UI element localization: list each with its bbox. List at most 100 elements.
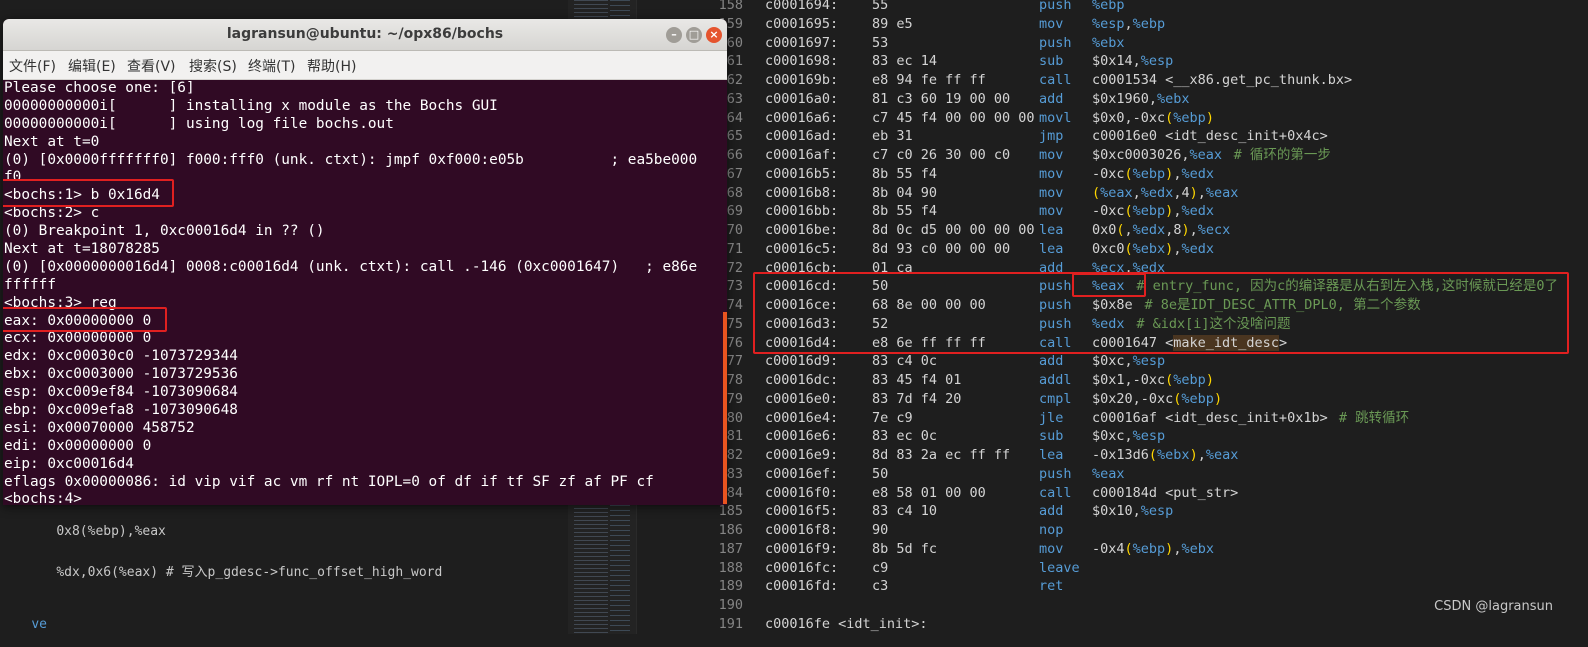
asm-opcode: call — [1039, 484, 1072, 501]
asm-address: c00016b5: — [765, 165, 839, 182]
asm-line: 178 c00016dc: 83 45 f4 01 addl $0x1,-0xc(%eb… — [637, 371, 1588, 390]
line-number: 190 — [718, 597, 743, 613]
asm-opcode: ret — [1039, 578, 1064, 595]
asm-comment: # 循环的第一步 — [1233, 147, 1331, 163]
minimize-button[interactable]: – — [666, 27, 682, 43]
line-number: 185 — [718, 503, 743, 520]
asm-line: 166 c00016af: c7 c0 26 30 00 c0 mov $0xc0003… — [637, 146, 1588, 165]
asm-line: 186 c00016f8: 90 nop — [637, 521, 1588, 540]
asm-bytes: e8 94 fe ff ff — [872, 72, 986, 88]
asm-bytes: 8b 55 f4 — [872, 203, 938, 220]
terminal-output[interactable]: Please choose one: [6] 00000000000i[ ] in… — [3, 80, 727, 505]
highlight-box-push-args — [753, 272, 1569, 354]
asm-address: c0001695: — [765, 15, 839, 32]
asm-line: 158 c0001694: 55 push %ebp — [637, 0, 1588, 15]
asm-operands: $0x0,-0xc(%ebp) — [1092, 109, 1214, 126]
asm-line: 179 c00016e0: 83 7d f4 20 cmpl $0x20,-0xc(%e… — [637, 390, 1588, 409]
menu-view[interactable]: 查看(V) — [127, 56, 176, 76]
asm-address: c00016f5: — [765, 503, 839, 520]
asm-line: 171 c00016c5: 8d 93 c0 00 00 00 lea 0xc0(%eb… — [637, 240, 1588, 259]
asm-opcode: push — [1039, 34, 1072, 51]
asm-address: c00016bb: — [765, 203, 839, 220]
asm-opcode: movl — [1039, 109, 1072, 126]
close-button[interactable]: × — [706, 27, 722, 43]
maximize-button[interactable]: □ — [686, 27, 702, 43]
asm-line: 181 c00016e6: 83 ec 0c sub $0xc,%esp — [637, 427, 1588, 446]
code-line: %dx,0x6(%eax) # 写入p_gdesc->func_offset_h… — [56, 565, 443, 580]
line-number: 188 — [718, 559, 743, 576]
asm-operands: -0x13d6(%ebx),%eax — [1092, 447, 1239, 463]
menu-edit[interactable]: 编辑(E) — [68, 56, 116, 76]
asm-opcode: call — [1039, 72, 1072, 88]
asm-opcode: leave — [1039, 559, 1080, 576]
terminal-line: (0) [0x0000000016d4] 0008:c00016d4 (unk.… — [4, 258, 698, 275]
line-number: 187 — [718, 540, 743, 557]
title-bar[interactable]: lagransun@ubuntu: ~/opx86/bochs – □ × — [3, 19, 727, 51]
scrollbar[interactable] — [723, 312, 727, 504]
asm-address: c00016fc: — [765, 559, 839, 576]
asm-opcode: mov — [1039, 184, 1064, 201]
asm-line: 168 c00016b8: 8b 04 90 mov (%eax,%edx,4),%ea… — [637, 184, 1588, 203]
asm-line: 187 c00016f9: 8b 5d fc mov -0x4(%ebp),%ebx — [637, 540, 1588, 559]
asm-bytes: 89 e5 — [872, 15, 913, 32]
asm-operands: $0x1960,%ebx — [1092, 90, 1190, 107]
window-title: lagransun@ubuntu: ~/opx86/bochs — [226, 26, 504, 42]
asm-opcode: add — [1039, 90, 1064, 107]
terminal-line: ffffff — [4, 276, 56, 293]
asm-operands: (%eax,%edx,4),%eax — [1092, 184, 1239, 201]
disassembly-editor: 158 c0001694: 55 push %ebp 159 c0001695: 89 e5 m… — [636, 0, 1588, 634]
asm-bytes: 8d 0c d5 00 00 00 00 — [872, 222, 1035, 238]
asm-line: 185 c00016f5: 83 c4 10 add $0x10,%esp — [637, 502, 1588, 521]
asm-line: 180 c00016e4: 7e c9 jle c00016af <idt_desc_i… — [637, 409, 1588, 428]
asm-address: c00016e9: — [765, 447, 839, 463]
asm-operands: $0xc0003026,%eax — [1092, 147, 1223, 163]
asm-opcode: push — [1039, 465, 1072, 482]
asm-bytes: 81 c3 60 19 00 00 — [872, 90, 1011, 107]
asm-address: c0001694: — [765, 0, 839, 13]
asm-bytes: 83 c4 0c — [872, 353, 938, 370]
asm-bytes: 7e c9 — [872, 409, 913, 426]
asm-address: c0001697: — [765, 34, 839, 51]
highlight-box-eax-register — [3, 307, 167, 332]
asm-line: 182 c00016e9: 8d 83 2a ec ff ff lea -0x13d6(… — [637, 446, 1588, 465]
menu-file[interactable]: 文件(F) — [9, 56, 56, 76]
asm-line: 184 c00016f0: e8 58 01 00 00 call c000184d <… — [637, 484, 1588, 503]
asm-operands: $0x14,%esp — [1092, 53, 1174, 70]
asm-operands: c0001534 <__x86.get_pc_thunk.bx> — [1092, 72, 1353, 88]
menu-search[interactable]: 搜索(S) — [189, 56, 237, 76]
menu-help[interactable]: 帮助(H) — [307, 56, 356, 76]
asm-bytes: 83 ec 14 — [872, 53, 938, 70]
terminal-line: Please choose one: [6] — [4, 80, 195, 96]
asm-address: c00016c5: — [765, 240, 839, 257]
terminal-line: ebx: 0xc0003000 -1073729536 — [4, 366, 238, 383]
asm-opcode: jmp — [1039, 128, 1064, 145]
asm-opcode: mov — [1039, 540, 1064, 557]
terminal-line: (0) Breakpoint 1, 0xc00016d4 in ?? () — [4, 223, 325, 240]
asm-line: 165 c00016ad: eb 31 jmp c00016e0 <idt_desc_i… — [637, 127, 1588, 146]
asm-bytes: 83 c4 10 — [872, 503, 938, 520]
asm-opcode: lea — [1039, 222, 1064, 238]
menu-terminal[interactable]: 终端(T) — [248, 56, 295, 76]
asm-address: c00016e4: — [765, 409, 839, 426]
asm-address: c00016f8: — [765, 522, 839, 538]
asm-line: 160 c0001697: 53 push %ebx — [637, 34, 1588, 53]
terminal-window[interactable]: lagransun@ubuntu: ~/opx86/bochs – □ × 文件… — [3, 19, 727, 505]
asm-bytes: c3 — [872, 578, 889, 595]
asm-comment: # 跳转循环 — [1338, 409, 1410, 426]
asm-address: c00016fd: — [765, 578, 839, 595]
asm-bytes: 90 — [872, 522, 889, 538]
asm-line: 183 c00016ef: 50 push %eax — [637, 465, 1588, 484]
asm-opcode: cmpl — [1039, 390, 1072, 407]
asm-bytes: 50 — [872, 465, 889, 482]
terminal-line: 00000000000i[ ] using log file bochs.out — [4, 115, 394, 132]
watermark: CSDN @lagransun — [1434, 599, 1553, 614]
asm-line: 169 c00016bb: 8b 55 f4 mov -0xc(%ebp),%edx — [637, 202, 1588, 221]
asm-bytes: 55 — [872, 0, 889, 13]
asm-line: 161 c0001698: 83 ec 14 sub $0x14,%esp — [637, 52, 1588, 71]
asm-address: c00016ad: — [765, 128, 839, 145]
asm-opcode: mov — [1039, 15, 1064, 32]
asm-opcode: push — [1039, 0, 1072, 13]
asm-address: c000169b: — [765, 72, 839, 88]
terminal-line: Next at t=18078285 — [4, 241, 160, 258]
asm-operands: $0xc,%esp — [1092, 353, 1166, 370]
